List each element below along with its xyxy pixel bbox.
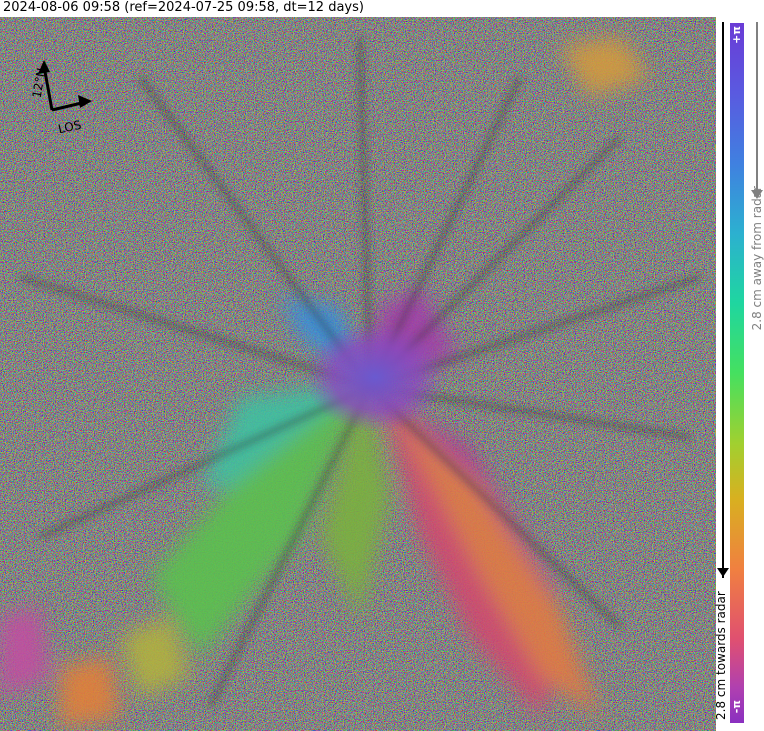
away-arrow-line <box>756 22 758 194</box>
compass-indicator: 12°N LOS <box>14 58 104 148</box>
towards-label: 2.8 cm towards radar <box>714 591 728 720</box>
colorbar-top-label: +π <box>730 26 743 44</box>
header-bar: 2024-08-06 09:58 (ref=2024-07-25 09:58, … <box>0 0 720 17</box>
towards-arrow-icon <box>717 568 729 577</box>
image-title: 2024-08-06 09:58 (ref=2024-07-25 09:58, … <box>3 0 364 15</box>
towards-arrow-line <box>722 22 724 578</box>
interferogram-image <box>0 17 716 731</box>
colorbar-bottom-label: -π <box>730 700 743 714</box>
away-label: 2.8 cm away from radar <box>750 186 764 331</box>
phase-colorbar <box>730 23 744 723</box>
interferogram-map <box>0 17 716 731</box>
